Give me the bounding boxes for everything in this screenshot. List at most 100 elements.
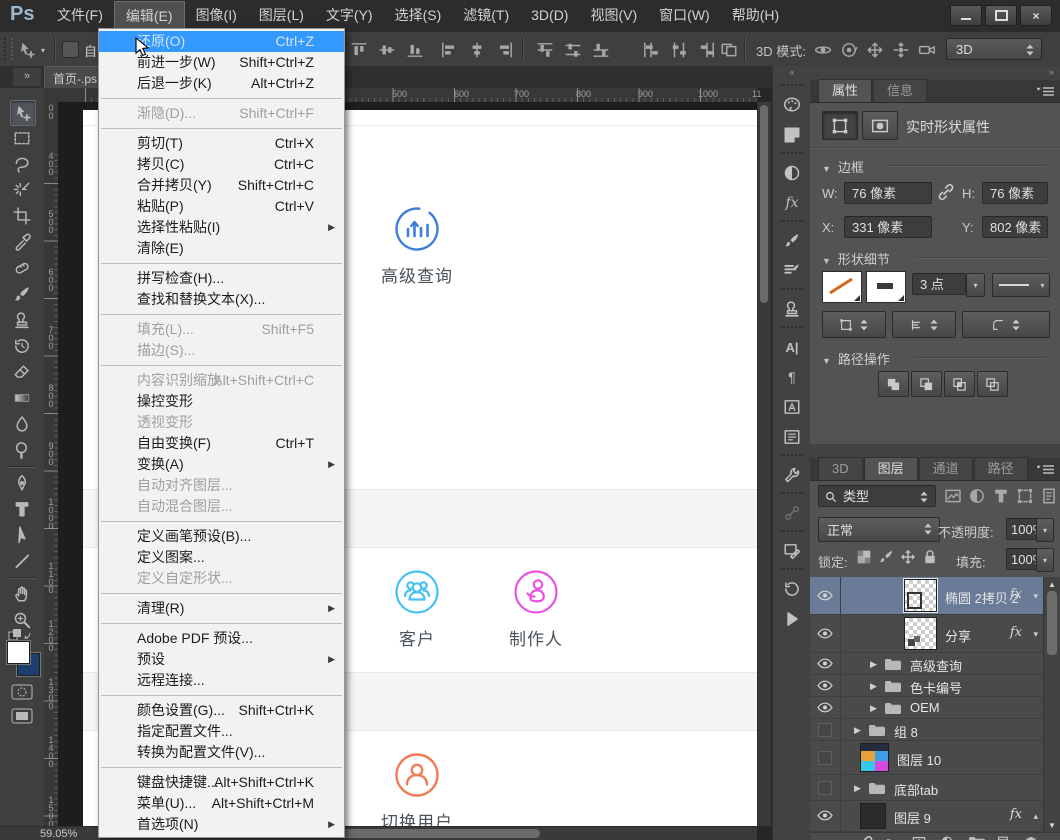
menubar-item-9[interactable]: 窗口(W) — [648, 0, 721, 32]
edit-menu-item-27[interactable]: 定义画笔预设(B)... — [99, 526, 344, 547]
stroke-color-swatch[interactable] — [822, 271, 862, 303]
masks-properties-button[interactable] — [862, 111, 898, 140]
tool-presets-panel-icon[interactable] — [779, 462, 805, 488]
edit-menu-item-31[interactable]: 清理(R)▶ — [99, 598, 344, 619]
tool-preset-caret-icon[interactable]: ▾ — [38, 39, 48, 61]
stroke-width-field[interactable]: 3 点 — [912, 273, 966, 295]
properties-tab-0[interactable]: 属性 — [818, 79, 872, 102]
layer-name[interactable]: 组 8 — [894, 722, 918, 741]
edit-menu-item-22[interactable]: 自由变换(F)Ctrl+T — [99, 433, 344, 454]
layers-tab-2[interactable]: 通道 — [919, 457, 973, 480]
group-expand-arrow[interactable]: ▶ — [870, 703, 877, 714]
path-operations-section-header[interactable]: ▼路径操作 — [822, 349, 890, 368]
paragraph-styles-panel-icon[interactable] — [779, 424, 805, 450]
align-horizontal-centers-icon[interactable] — [466, 39, 488, 61]
distribute-horizontal-centers-icon[interactable] — [668, 39, 690, 61]
3d-camera-icon[interactable] — [916, 39, 938, 61]
layer-row-6[interactable]: 图层 10 — [810, 741, 1044, 775]
layer-name[interactable]: 色卡编号 — [910, 678, 962, 697]
edit-menu-item-20[interactable]: 操控变形 — [99, 391, 344, 412]
edit-menu-item-13[interactable]: 拼写检查(H)... — [99, 268, 344, 289]
panel-menu-icon[interactable] — [1037, 85, 1055, 98]
new-adjustment-layer-icon[interactable] — [940, 835, 954, 840]
vertical-scrollbar[interactable] — [757, 102, 771, 826]
lasso-tool[interactable] — [10, 152, 34, 176]
app-feature-2[interactable]: 客户 — [357, 568, 477, 650]
dodge-tool[interactable] — [10, 438, 34, 462]
align-top-edges-icon[interactable] — [348, 39, 370, 61]
dock-grip[interactable] — [780, 220, 804, 225]
3d-mode-select[interactable]: 3D — [946, 38, 1042, 60]
new-group-icon[interactable] — [968, 835, 986, 840]
styles-panel-icon[interactable]: fx — [779, 190, 805, 216]
scroll-up-arrow[interactable]: ▲ — [1048, 580, 1056, 589]
properties-tab-1[interactable]: 信息 — [873, 79, 927, 102]
layer-row-2[interactable]: ▶高级查询 — [810, 653, 1044, 675]
menubar-item-8[interactable]: 视图(V) — [579, 0, 648, 32]
dock-grip[interactable] — [780, 530, 804, 535]
distribute-top-edges-icon[interactable] — [534, 39, 556, 61]
link-dimensions-icon[interactable] — [937, 183, 955, 201]
edit-menu-item-7[interactable]: 拷贝(C)Ctrl+C — [99, 154, 344, 175]
minimize-button[interactable] — [950, 5, 982, 26]
dock-grip[interactable] — [780, 152, 804, 157]
quick-mask-button[interactable] — [11, 684, 33, 700]
layer-row-4[interactable]: ▶ OEM — [810, 697, 1044, 719]
edit-menu-item-41[interactable]: 键盘快捷键...Alt+Shift+Ctrl+K — [99, 772, 344, 793]
foreground-color-swatch[interactable] — [7, 641, 30, 664]
edit-menu-item-28[interactable]: 定义图案... — [99, 547, 344, 568]
add-layer-mask-icon[interactable] — [912, 835, 926, 840]
edit-menu-item-10[interactable]: 选择性粘贴(I)▶ — [99, 217, 344, 238]
dock-grip[interactable] — [780, 84, 804, 89]
edit-menu-item-38[interactable]: 指定配置文件... — [99, 721, 344, 742]
dock-collapse-arrows[interactable]: » — [1049, 67, 1054, 77]
eyedropper-tool[interactable] — [10, 230, 34, 254]
plugins-panel-icon[interactable] — [779, 538, 805, 564]
stroke-corners-dropdown[interactable] — [962, 311, 1050, 338]
layer-row-8[interactable]: 图层 9fx▴ — [810, 801, 1044, 832]
edit-menu-item-34[interactable]: 预设▶ — [99, 649, 344, 670]
clone-source-panel-icon[interactable] — [779, 296, 805, 322]
lock-position-icon[interactable] — [898, 547, 918, 567]
auto-align-layers-icon[interactable] — [718, 39, 740, 61]
filter-smart-objects-icon[interactable] — [1038, 485, 1060, 507]
layer-thumbnail[interactable] — [860, 743, 889, 772]
edit-menu-item-17[interactable]: 描边(S)... — [99, 340, 344, 361]
layer-filter-type-select[interactable]: 类型 — [818, 485, 936, 507]
distribute-vertical-centers-icon[interactable] — [562, 39, 584, 61]
layer-effects-toggle-arrow[interactable]: ▴ — [1033, 811, 1038, 822]
edit-menu-item-39[interactable]: 转换为配置文件(V)... — [99, 742, 344, 763]
menubar-item-10[interactable]: 帮助(H) — [721, 0, 790, 32]
layer-name[interactable]: 底部tab — [894, 780, 938, 799]
lock-image-pixels-icon[interactable] — [876, 547, 896, 567]
layer-name[interactable]: OEM — [910, 700, 940, 715]
align-right-edges-icon[interactable] — [494, 39, 516, 61]
intersect-shapes-button[interactable] — [944, 371, 975, 397]
layer-name[interactable]: 图层 9 — [894, 808, 931, 827]
marquee-tool[interactable] — [10, 126, 34, 150]
group-expand-arrow[interactable]: ▶ — [854, 783, 861, 794]
character-styles-panel-icon[interactable] — [779, 394, 805, 420]
height-field[interactable]: 76 像素 — [982, 182, 1048, 204]
paragraph-panel-icon[interactable]: ¶ — [779, 364, 805, 390]
3d-slide-icon[interactable] — [890, 39, 912, 61]
layer-visibility-empty[interactable] — [810, 775, 841, 800]
opacity-dropdown[interactable]: ▾ — [1036, 518, 1054, 542]
crop-tool[interactable] — [10, 204, 34, 228]
layer-effects-badge[interactable]: fx — [1010, 587, 1022, 602]
screen-mode-button[interactable] — [11, 708, 33, 724]
zoom-level[interactable]: 59.05% — [40, 828, 77, 840]
filter-pixel-layers-icon[interactable] — [942, 485, 964, 507]
edit-menu-item-16[interactable]: 填充(L)...Shift+F5 — [99, 319, 344, 340]
align-left-edges-icon[interactable] — [438, 39, 460, 61]
layer-name[interactable]: 椭圆 2拷贝 2 — [945, 588, 1019, 607]
y-field[interactable]: 802 像素 — [982, 216, 1048, 238]
toolbar-collapse-button[interactable]: » — [13, 68, 41, 86]
width-field[interactable]: 76 像素 — [844, 182, 932, 204]
stroke-caps-dropdown[interactable] — [892, 311, 956, 338]
edit-menu-item-11[interactable]: 清除(E) — [99, 238, 344, 259]
edit-menu-item-37[interactable]: 颜色设置(G)...Shift+Ctrl+K — [99, 700, 344, 721]
vertical-scroll-thumb[interactable] — [760, 105, 768, 303]
healing-brush-tool[interactable] — [10, 256, 34, 280]
move-tool[interactable] — [10, 100, 36, 126]
